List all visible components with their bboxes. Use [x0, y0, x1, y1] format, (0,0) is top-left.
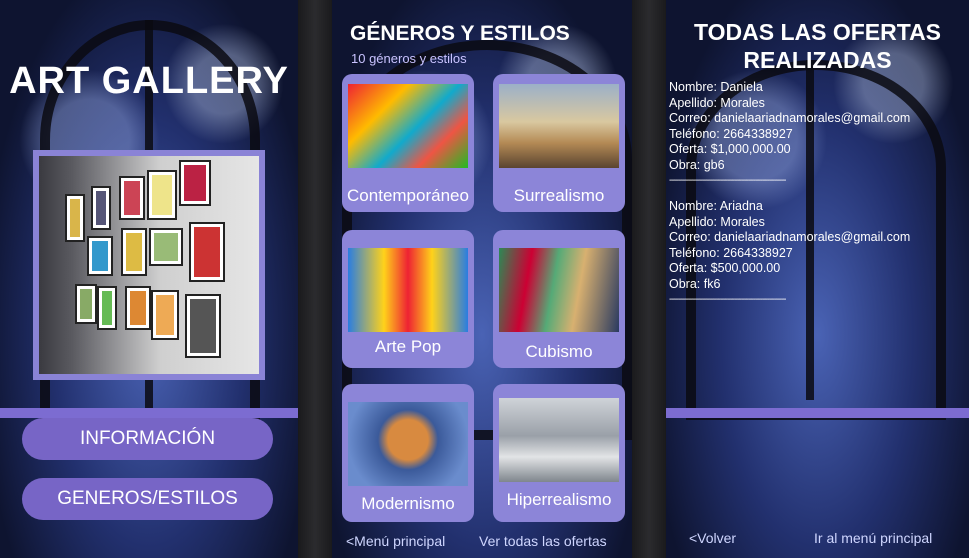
offer-amount: Oferta: $500,000.00: [669, 261, 781, 275]
info-button[interactable]: INFORMACIÓN: [22, 418, 273, 460]
genre-label: Contemporáneo: [347, 186, 469, 205]
app-title: ART GALLERY: [9, 60, 289, 102]
window-sill: [666, 408, 969, 418]
bezel-left: [298, 0, 332, 558]
offer-entry: Nombre: Daniela Apellido: Morales Correo…: [669, 80, 910, 189]
main-menu-screen: ART GALLERY INFORMACIÓN GENEROS/ESTILOS: [0, 0, 298, 558]
genre-card-hiperrealismo[interactable]: Hiperrealismo: [493, 384, 625, 522]
main-menu-link[interactable]: <Menú principal: [346, 533, 445, 549]
offers-screen: TODAS LAS OFERTAS REALIZADAS Nombre: Dan…: [666, 0, 969, 558]
main-menu-link[interactable]: Ir al menú principal: [814, 530, 932, 546]
genre-label: Arte Pop: [374, 337, 442, 356]
genre-card-contemporaneo[interactable]: Contemporáneo: [342, 74, 474, 212]
window-sill: [0, 408, 298, 418]
genre-card-cubismo[interactable]: Cubismo: [493, 230, 625, 368]
genre-label: Hiperrealismo: [506, 490, 612, 509]
offer-lastname: Apellido: Morales: [669, 214, 765, 229]
offer-phone: Teléfono: 2664338927: [669, 126, 793, 141]
offer-email: Correo: danielaariadnamorales@gmail.com: [669, 230, 911, 244]
view-offers-link[interactable]: Ver todas las ofertas: [479, 533, 607, 549]
hyperrealism-art-image: [499, 398, 619, 482]
genre-card-modernismo[interactable]: Modernismo: [342, 384, 474, 522]
genre-label: Surrealismo: [513, 186, 605, 205]
offer-phone: Teléfono: 2664338927: [669, 245, 793, 260]
offer-lastname: Apellido: Morales: [669, 95, 765, 110]
title-line: REALIZADAS: [743, 47, 892, 73]
offer-entry: Nombre: Ariadna Apellido: Morales Correo…: [669, 199, 910, 308]
genre-card-surrealismo[interactable]: Surrealismo: [493, 74, 625, 212]
offer-name: Nombre: Daniela: [669, 80, 763, 94]
modernism-art-image: [348, 402, 468, 486]
offer-separator: ----------------------------------------…: [669, 175, 787, 186]
offer-email: Correo: danielaariadnamorales@gmail.com: [669, 111, 911, 125]
offer-name: Nombre: Ariadna: [669, 199, 763, 213]
gallery-photo: [33, 150, 265, 380]
pop-art-image: [348, 248, 468, 332]
cubism-art-image: [499, 248, 619, 332]
page-title: TODAS LAS OFERTAS REALIZADAS: [666, 18, 969, 74]
offer-separator: ----------------------------------------…: [669, 294, 787, 305]
bezel-right: [632, 0, 666, 558]
page-title: GÉNEROS Y ESTILOS: [350, 22, 570, 45]
offer-artwork: Obra: gb6: [669, 157, 725, 172]
genres-button[interactable]: GENEROS/ESTILOS: [22, 478, 273, 520]
genre-label: Modernismo: [361, 494, 455, 513]
offer-artwork: Obra: fk6: [669, 276, 721, 291]
genre-card-arte-pop[interactable]: Arte Pop: [342, 230, 474, 368]
genres-screen: GÉNEROS Y ESTILOS 10 géneros y estilos C…: [332, 0, 632, 558]
back-link[interactable]: <Volver: [689, 530, 736, 546]
surrealism-art-image: [499, 84, 619, 168]
title-line: TODAS LAS OFERTAS: [693, 19, 942, 45]
page-subtitle: 10 géneros y estilos: [351, 51, 467, 66]
offer-amount: Oferta: $1,000,000.00: [669, 142, 791, 156]
contemporary-art-image: [348, 84, 468, 168]
genre-label: Cubismo: [525, 342, 593, 361]
